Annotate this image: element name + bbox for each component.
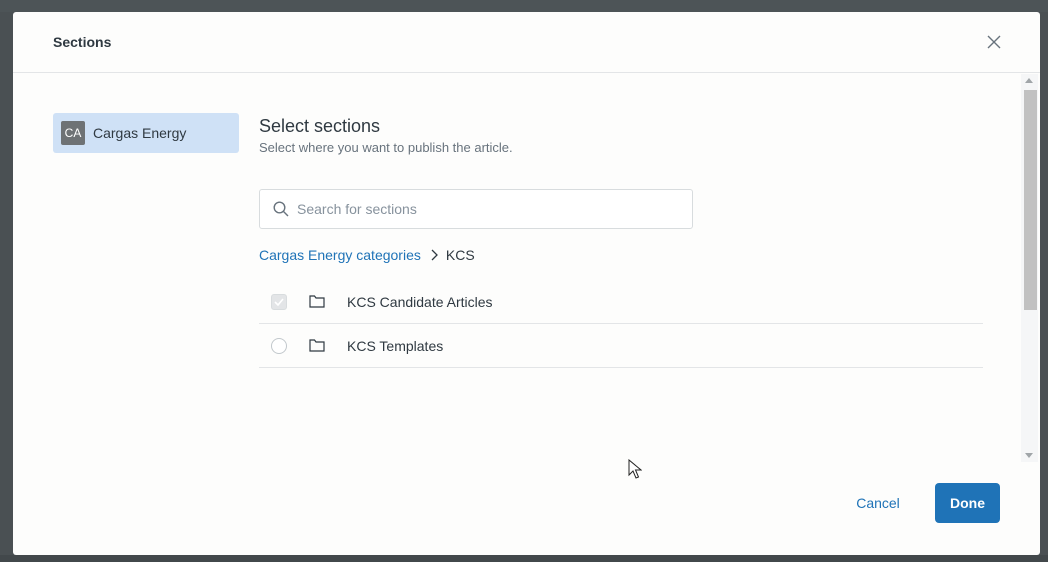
- chevron-right-icon: [430, 249, 438, 261]
- sections-modal: Sections CA Cargas Energy Select section…: [13, 12, 1040, 555]
- brand-avatar: CA: [61, 121, 85, 145]
- page-backdrop-bottom: [0, 555, 1048, 562]
- breadcrumb: Cargas Energy categories KCS: [259, 247, 475, 263]
- search-icon: [273, 201, 289, 217]
- section-label: KCS Templates: [347, 337, 444, 354]
- breadcrumb-link-categories[interactable]: Cargas Energy categories: [259, 247, 421, 263]
- done-button[interactable]: Done: [935, 483, 1000, 523]
- modal-title: Sections: [53, 34, 112, 50]
- close-button[interactable]: [983, 31, 1005, 53]
- search-box[interactable]: [259, 189, 693, 229]
- section-checkbox: [271, 293, 287, 310]
- scrollbar[interactable]: [1021, 74, 1038, 462]
- sections-list: KCS Candidate Articles KCS Templates: [259, 280, 983, 368]
- list-item: KCS Candidate Articles: [259, 280, 983, 324]
- search-input[interactable]: [297, 201, 677, 217]
- folder-icon: [309, 338, 325, 354]
- close-icon: [987, 35, 1001, 49]
- main-subtitle: Select where you want to publish the art…: [259, 140, 513, 155]
- list-item[interactable]: KCS Templates: [259, 324, 983, 368]
- section-label: KCS Candidate Articles: [347, 293, 493, 310]
- scroll-down-arrow-icon[interactable]: [1025, 453, 1033, 458]
- main-title: Select sections: [259, 116, 381, 136]
- sidebar-item-cargas-energy[interactable]: CA Cargas Energy: [53, 113, 239, 153]
- page-backdrop-top: [0, 0, 1048, 12]
- cancel-button[interactable]: Cancel: [853, 483, 903, 523]
- sidebar-item-label: Cargas Energy: [93, 125, 187, 141]
- breadcrumb-current: KCS: [445, 247, 475, 263]
- folder-icon: [309, 294, 325, 310]
- scroll-up-arrow-icon[interactable]: [1025, 78, 1033, 83]
- section-radio[interactable]: [271, 337, 287, 354]
- check-icon: [274, 297, 284, 306]
- modal-header: Sections: [13, 12, 1040, 73]
- scrollbar-thumb[interactable]: [1024, 90, 1037, 310]
- mouse-cursor-icon: [628, 459, 642, 479]
